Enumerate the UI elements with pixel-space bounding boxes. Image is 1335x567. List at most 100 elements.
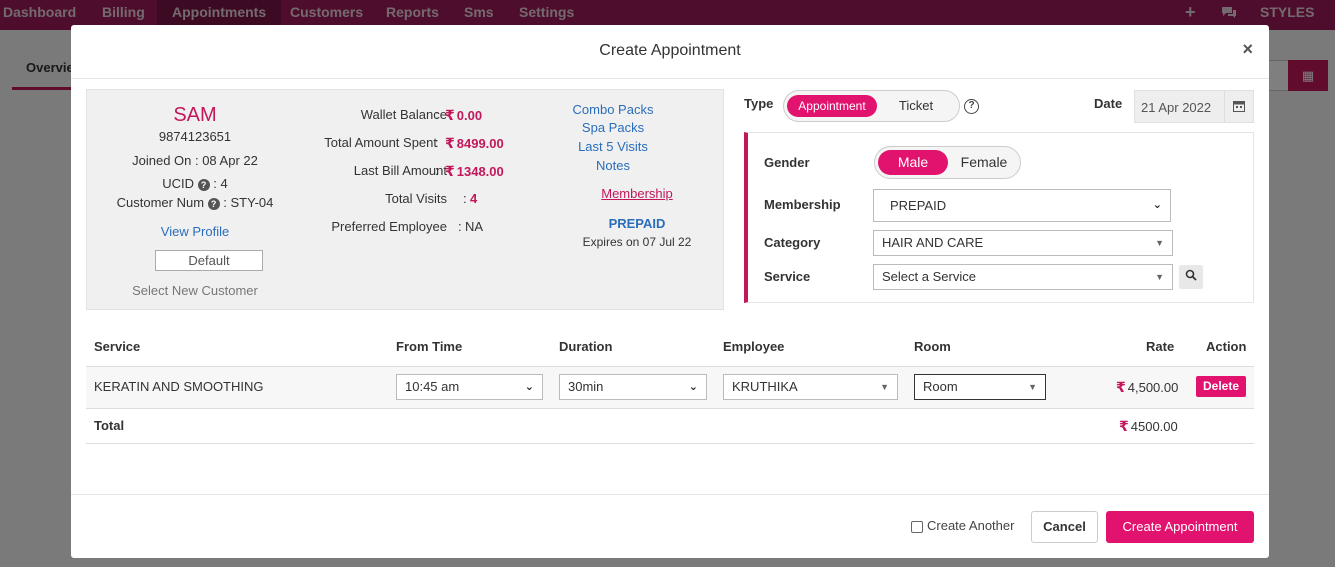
customer-num-value: : STY-04 [223, 195, 274, 210]
help-icon[interactable]: ? [207, 198, 220, 210]
preferred-employee-label: Preferred Employee [331, 219, 447, 234]
rupee-icon: ₹ [445, 135, 455, 151]
duration-value: 30min [568, 379, 604, 394]
ucid-label: UCID [162, 176, 195, 191]
header-service: Service [94, 339, 141, 354]
from-time-select[interactable]: 10:45 am ⌄ [396, 374, 543, 400]
cancel-button[interactable]: Cancel [1031, 511, 1098, 543]
header-action: Action [1206, 339, 1247, 354]
membership-label: Membership [764, 197, 841, 212]
wallet-balance-amount: 0.00 [456, 108, 483, 123]
chevron-down-icon: ⌄ [1152, 199, 1162, 211]
total-label: Total [94, 418, 125, 433]
caret-down-icon: ▼ [1028, 382, 1037, 392]
gender-male-option[interactable]: Male [878, 150, 948, 175]
customer-joined: Joined On : 08 Apr 22 [132, 153, 258, 168]
spa-packs-link[interactable]: Spa Packs [557, 120, 669, 135]
row-rate: ₹4,500.00 [1116, 379, 1178, 396]
customer-num-label: Customer Num [116, 195, 205, 210]
type-label: Type [744, 96, 774, 111]
membership-type: PREPAID [608, 216, 666, 231]
modal-title: Create Appointment [599, 42, 741, 59]
rupee-icon: ₹ [1119, 418, 1129, 434]
colon: : [435, 107, 439, 122]
total-spent-label: Total Amount Spent [324, 135, 437, 150]
header-room: Room [914, 339, 951, 354]
service-label: Service [764, 269, 811, 284]
rupee-icon: ₹ [1116, 379, 1126, 395]
category-select-value: HAIR AND CARE [882, 235, 984, 250]
customer-name: SAM [173, 104, 217, 126]
combo-packs-link[interactable]: Combo Packs [557, 102, 669, 117]
header-rate: Rate [1146, 339, 1175, 354]
membership-link[interactable]: Membership [601, 186, 673, 201]
rupee-icon: ₹ [445, 107, 455, 123]
wallet-balance-label: Wallet Balance [360, 107, 447, 122]
gender-female-option[interactable]: Female [951, 150, 1017, 175]
total-spent-value: ₹8499.00 [445, 135, 504, 152]
type-toggle: Appointment Ticket [783, 90, 960, 122]
gender-toggle: Male Female [874, 146, 1021, 179]
caret-down-icon: ▼ [880, 382, 889, 392]
membership-select-value: PREPAID [890, 198, 947, 213]
date-field[interactable]: 21 Apr 2022 [1134, 90, 1254, 123]
notes-link[interactable]: Notes [557, 158, 669, 173]
wallet-balance-value: ₹0.00 [445, 107, 482, 124]
total-spent-amount: 8499.00 [456, 136, 504, 151]
service-select[interactable]: Select a Service ▼ [873, 264, 1173, 290]
caret-down-icon: ▼ [1155, 272, 1164, 282]
last-bill-label: Last Bill Amount [353, 163, 447, 178]
rupee-icon: ₹ [445, 163, 455, 179]
total-amount: ₹4500.00 [1119, 418, 1178, 435]
customer-phone: 9874123651 [158, 129, 232, 144]
delete-button[interactable]: Delete [1196, 376, 1246, 397]
category-label: Category [764, 235, 821, 250]
colon: : [463, 191, 467, 206]
service-form-box: Gender Male Female Membership PREPAID ⌄ … [744, 132, 1254, 303]
caret-down-icon: ▼ [1155, 238, 1164, 248]
create-another-checkbox[interactable] [911, 521, 923, 533]
employee-select[interactable]: KRUTHIKA ▼ [723, 374, 898, 400]
create-appointment-modal: Create Appointment × SAM 9874123651 Join… [71, 25, 1269, 558]
create-appointment-button[interactable]: Create Appointment [1106, 511, 1254, 543]
create-another-label[interactable]: Create Another [927, 518, 1014, 533]
calendar-icon[interactable] [1224, 91, 1253, 122]
from-time-value: 10:45 am [405, 379, 460, 394]
category-select[interactable]: HAIR AND CARE ▼ [873, 230, 1173, 256]
header-duration: Duration [559, 339, 613, 354]
last-bill-value: ₹1348.00 [445, 163, 504, 180]
chevron-down-icon: ⌄ [524, 381, 534, 393]
type-ticket-option[interactable]: Ticket [884, 95, 948, 117]
service-select-placeholder: Select a Service [882, 269, 976, 284]
header-from-time: From Time [396, 339, 463, 354]
employee-value: KRUTHIKA [732, 379, 798, 394]
date-label: Date [1094, 96, 1123, 111]
customer-number: Customer Num ? : STY-04 [87, 195, 303, 210]
room-select[interactable]: Room ▼ [914, 374, 1046, 400]
gender-label: Gender [764, 155, 810, 170]
last-bill-amount: 1348.00 [456, 164, 504, 179]
close-icon[interactable]: × [1242, 39, 1253, 60]
help-icon[interactable]: ? [197, 179, 210, 191]
colon: : [458, 219, 462, 234]
membership-select[interactable]: PREPAID ⌄ [873, 189, 1171, 222]
row-rate-value: 4,500.00 [1127, 380, 1179, 395]
modal-header: Create Appointment × [71, 25, 1269, 79]
membership-link-wrap: Membership [581, 186, 693, 201]
chevron-down-icon: ⌄ [688, 381, 698, 393]
type-appointment-option[interactable]: Appointment [787, 95, 877, 117]
date-value: 21 Apr 2022 [1141, 100, 1212, 115]
customer-ucid: UCID ? : 4 [87, 176, 303, 191]
header-employee: Employee [723, 339, 785, 354]
duration-select[interactable]: 30min ⌄ [559, 374, 707, 400]
search-icon[interactable] [1179, 265, 1203, 289]
view-profile-link[interactable]: View Profile [87, 224, 303, 239]
room-value: Room [923, 379, 958, 394]
ucid-value: : 4 [213, 176, 228, 191]
total-visits-label: Total Visits [385, 191, 447, 206]
default-button[interactable]: Default [155, 250, 263, 271]
total-value: 4500.00 [1130, 419, 1178, 434]
select-new-customer-link[interactable]: Select New Customer [87, 283, 303, 298]
help-icon[interactable]: ? [964, 99, 979, 114]
last-5-visits-link[interactable]: Last 5 Visits [557, 139, 669, 154]
